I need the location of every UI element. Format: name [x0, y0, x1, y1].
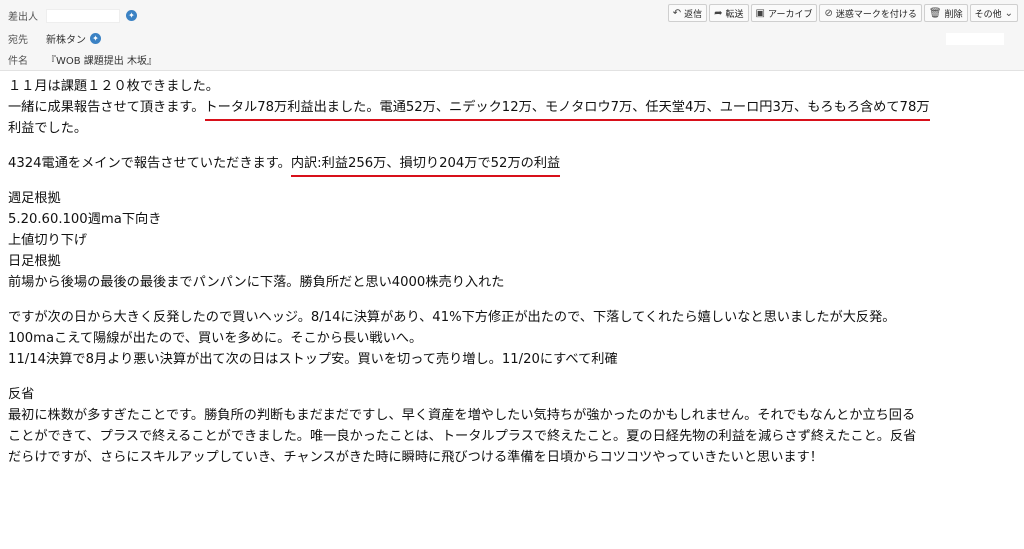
forward-button[interactable]: ➦ 転送	[709, 4, 749, 22]
delete-button[interactable]: 🗑 削除	[923, 4, 968, 22]
sender-redacted	[46, 8, 120, 23]
body-line-text: 反省	[8, 387, 35, 402]
to-label: 宛先	[8, 35, 28, 46]
subject-label: 件名	[8, 56, 28, 67]
to-row: 宛先 新株タン ✦	[8, 31, 101, 46]
underlined-breakdown: 内訳:利益256万、損切り204万で52万の利益	[290, 156, 560, 177]
body-line-text: 週足根拠	[8, 191, 61, 206]
from-label: 差出人	[8, 12, 38, 23]
message-header: 差出人 ✦ 宛先 新株タン ✦ 件名 『WOB 課題提出 木坂』 ↶ 返信 ➦ …	[0, 0, 1024, 71]
body-line-text: 一緒に成果報告させて頂きます。	[8, 100, 205, 115]
body-line: １１月は課題１２０枚できました。	[8, 76, 1018, 97]
chevron-down-icon: ⌄	[1004, 7, 1013, 19]
body-line-text: ですが次の日から大きく反発したので買いヘッジ。8/14に決算があり、41%下方修…	[8, 310, 896, 325]
contact-icon[interactable]: ✦	[126, 10, 137, 21]
message-toolbar: ↶ 返信 ➦ 転送 ▣ アーカイブ ⊘ 迷惑マークを付ける 🗑 削除 その他 ⌄	[667, 4, 1018, 22]
underline-mark	[290, 175, 560, 177]
body-line: 100maこえて陽線が出たので、買いを多めに。そこから長い戦いへ。	[8, 328, 1018, 349]
reply-icon: ↶	[672, 7, 682, 19]
body-line: 最初に株数が多すぎたことです。勝負所の判断もまだまだですし、早く資産を増やしたい…	[8, 405, 1018, 426]
body-line-text: 日足根拠	[8, 254, 61, 269]
message-body: １１月は課題１２０枚できました。 一緒に成果報告させて頂きます。トータル78万利…	[8, 76, 1018, 468]
junk-button[interactable]: ⊘ 迷惑マークを付ける	[819, 4, 922, 22]
delete-label: 削除	[944, 9, 963, 20]
body-line: 一緒に成果報告させて頂きます。トータル78万利益出ました。電通52万、ニデック1…	[8, 97, 1018, 121]
reply-button[interactable]: ↶ 返信	[667, 4, 708, 22]
body-line-text: 上値切り下げ	[8, 233, 88, 248]
body-line: 前場から後場の最後の最後までパンパンに下落。勝負所だと思い4000株売り入れた	[8, 272, 1018, 293]
body-line: 11/14決算で8月より悪い決算が出て次の日はストップ安。買いを切って売り増し。…	[8, 349, 1018, 370]
body-line: 上値切り下げ	[8, 230, 1018, 251]
trash-icon: 🗑	[928, 7, 942, 19]
body-line: 4324電通をメインで報告させていただきます。内訳:利益256万、損切り204万…	[8, 153, 1018, 177]
other-menu-button[interactable]: その他 ⌄	[969, 4, 1018, 22]
body-line-text: 最初に株数が多すぎたことです。勝負所の判断もまだまだですし、早く資産を増やしたい…	[8, 408, 916, 423]
body-line-text: ことができて、プラスで終えることができました。唯一良かったことは、トータルプラス…	[8, 429, 917, 444]
body-line-text: 前場から後場の最後の最後までパンパンに下落。勝負所だと思い4000株売り入れた	[8, 275, 505, 290]
body-line: ですが次の日から大きく反発したので買いヘッジ。8/14に決算があり、41%下方修…	[8, 307, 1018, 328]
body-line: 週足根拠	[8, 188, 1018, 209]
other-label: その他	[974, 9, 1002, 20]
forward-icon: ➦	[714, 7, 723, 19]
archive-label: アーカイブ	[768, 9, 813, 20]
body-line-text: 100maこえて陽線が出たので、買いを多めに。そこから長い戦いへ。	[8, 331, 423, 346]
to-value[interactable]: 新株タン	[46, 31, 86, 46]
body-line-text: だらけですが、さらにスキルアップしていき、チャンスがきた時に瞬時に飛びつける準備…	[8, 450, 823, 465]
body-line-text: １１月は課題１２０枚できました。	[8, 79, 219, 94]
body-line-text: 4324電通をメインで報告させていただきます。	[8, 156, 291, 171]
body-line: 利益でした。	[8, 118, 1018, 139]
subject-row: 件名 『WOB 課題提出 木坂』	[8, 52, 157, 67]
body-line-text: 利益でした。	[8, 121, 88, 136]
subject-value: 『WOB 課題提出 木坂』	[46, 56, 157, 67]
junk-label: 迷惑マークを付ける	[835, 9, 917, 20]
redacted-box	[946, 33, 1004, 45]
reply-label: 返信	[684, 9, 703, 20]
underlined-summary: トータル78万利益出ました。電通52万、ニデック12万、モノタロウ7万、任天堂4…	[204, 100, 930, 121]
from-row: 差出人 ✦	[8, 8, 137, 23]
body-line: だらけですが、さらにスキルアップしていき、チャンスがきた時に瞬時に飛びつける準備…	[8, 447, 1018, 468]
forward-label: 転送	[725, 9, 744, 20]
body-line-text: 5.20.60.100週ma下向き	[8, 212, 162, 227]
contact-icon[interactable]: ✦	[90, 33, 101, 44]
body-line: 反省	[8, 384, 1018, 405]
body-line: ことができて、プラスで終えることができました。唯一良かったことは、トータルプラス…	[8, 426, 1018, 447]
body-line: 5.20.60.100週ma下向き	[8, 209, 1018, 230]
body-line-text: 11/14決算で8月より悪い決算が出て次の日はストップ安。買いを切って売り増し。…	[8, 352, 618, 367]
archive-icon: ▣	[755, 7, 765, 19]
archive-button[interactable]: ▣ アーカイブ	[750, 4, 818, 22]
body-line: 日足根拠	[8, 251, 1018, 272]
junk-icon: ⊘	[824, 7, 833, 19]
